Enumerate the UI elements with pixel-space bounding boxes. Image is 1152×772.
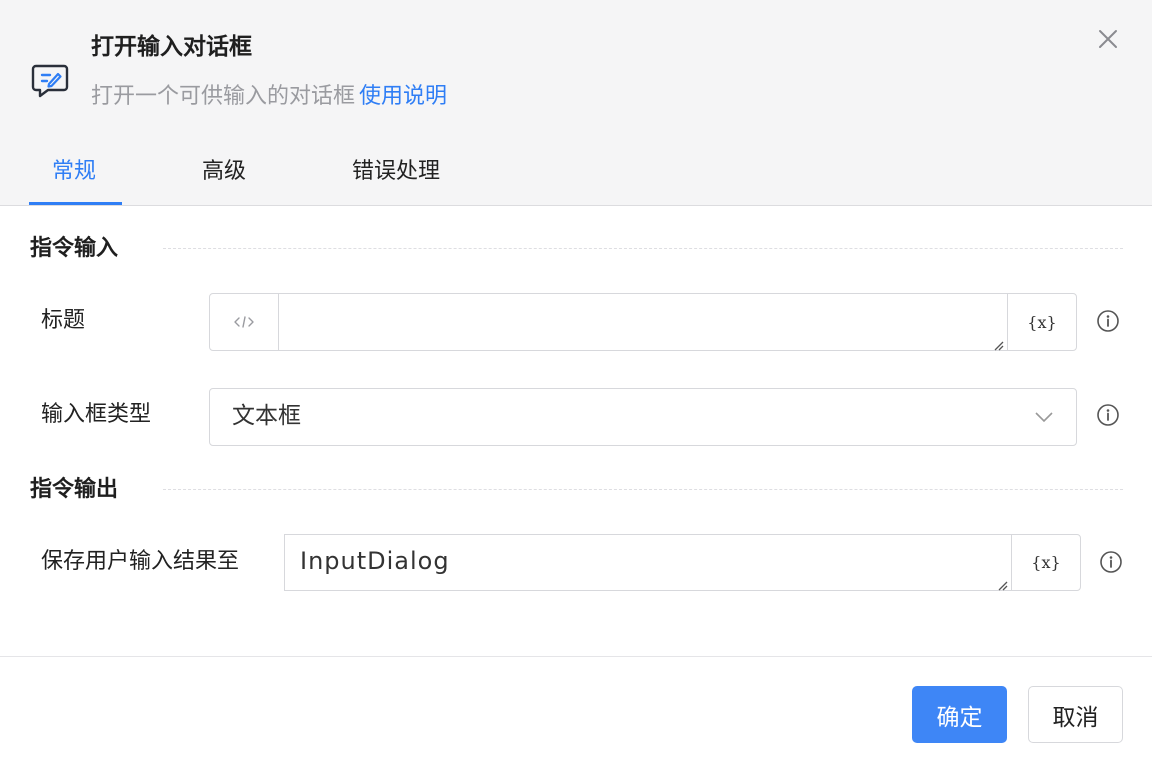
info-icon[interactable] <box>1099 550 1123 574</box>
save-result-label: 保存用户输入结果至 <box>41 549 240 574</box>
section-divider <box>163 489 1123 490</box>
code-icon[interactable] <box>210 294 279 350</box>
title-input[interactable]: {x} <box>209 293 1077 351</box>
section-title-input: 指令输入 <box>30 236 119 261</box>
section-title-output: 指令输出 <box>30 477 119 502</box>
info-icon[interactable] <box>1096 403 1120 427</box>
dialog-header: 打开输入对话框 打开一个可供输入的对话框 使用说明 常规 高级 错误处理 <box>0 0 1152 206</box>
input-type-select[interactable]: 文本框 <box>209 388 1077 446</box>
cancel-button[interactable]: 取消 <box>1028 686 1123 743</box>
help-link[interactable]: 使用说明 <box>359 84 447 109</box>
dialog-description: 打开一个可供输入的对话框 <box>91 84 356 109</box>
input-type-label: 输入框类型 <box>41 402 152 427</box>
save-result-input[interactable]: InputDialog {x} <box>284 534 1081 591</box>
active-tab-indicator <box>29 202 122 205</box>
input-type-value: 文本框 <box>232 403 301 429</box>
confirm-button[interactable]: 确定 <box>912 686 1007 743</box>
footer-divider <box>0 656 1152 657</box>
resize-grip-icon[interactable] <box>996 576 1008 591</box>
insert-variable-button[interactable]: {x} <box>1011 535 1080 590</box>
dialog-subtitle: 打开一个可供输入的对话框 使用说明 <box>91 81 447 113</box>
open-input-dialog-config: 打开输入对话框 打开一个可供输入的对话框 使用说明 常规 高级 错误处理 指令输入… <box>0 0 1152 772</box>
insert-variable-button[interactable]: {x} <box>1007 294 1076 350</box>
chat-edit-icon <box>30 62 70 100</box>
section-divider <box>163 248 1123 249</box>
tab-error-handling[interactable]: 错误处理 <box>352 154 440 190</box>
info-icon[interactable] <box>1096 309 1120 333</box>
dialog-title: 打开输入对话框 <box>91 34 252 60</box>
chevron-down-icon <box>1034 407 1054 427</box>
close-icon[interactable] <box>1094 25 1122 53</box>
save-result-value: InputDialog <box>300 547 450 575</box>
title-field-label: 标题 <box>41 308 86 333</box>
tab-general[interactable]: 常规 <box>52 154 96 190</box>
tab-advanced[interactable]: 高级 <box>202 154 246 190</box>
resize-grip-icon[interactable] <box>992 336 1004 351</box>
